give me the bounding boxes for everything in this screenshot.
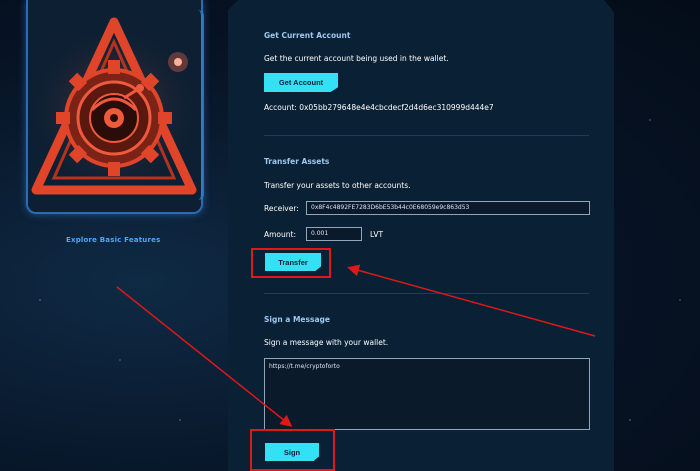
card-edge-decoration xyxy=(193,10,204,200)
transfer-highlight-box xyxy=(251,248,331,278)
main-panel: Get Current Account Get the current acco… xyxy=(228,0,614,471)
receiver-input[interactable]: 0x8F4c4892FE7283D6bE53b44c0E68059e9c863d… xyxy=(306,201,590,215)
amount-unit: LVT xyxy=(370,230,384,239)
divider xyxy=(264,293,589,294)
gear-emblem-icon xyxy=(28,0,201,212)
explore-basic-features-link[interactable]: Explore Basic Features xyxy=(66,236,160,244)
section-description: Transfer your assets to other accounts. xyxy=(264,181,411,190)
message-textarea[interactable]: https://t.me/cryptoforto xyxy=(264,358,590,430)
get-account-button[interactable]: Get Account xyxy=(264,73,338,92)
get-account-section: Get Current Account xyxy=(264,31,589,40)
amount-input[interactable]: 0.001 xyxy=(306,227,362,241)
emblem-card xyxy=(26,0,203,214)
account-address: Account: 0x05bb279648e4e4cbcdecf2d4d6ec3… xyxy=(264,103,494,112)
sign-highlight-box xyxy=(250,429,335,471)
section-description: Sign a message with your wallet. xyxy=(264,338,389,347)
sign-section: Sign a Message xyxy=(264,315,589,324)
section-description: Get the current account being used in th… xyxy=(264,54,449,63)
transfer-section: Transfer Assets xyxy=(264,157,589,166)
divider xyxy=(264,135,589,136)
section-title: Get Current Account xyxy=(264,31,351,40)
receiver-label: Receiver: xyxy=(264,204,299,213)
amount-label: Amount: xyxy=(264,230,296,239)
section-title: Sign a Message xyxy=(264,315,330,324)
section-title: Transfer Assets xyxy=(264,157,330,166)
